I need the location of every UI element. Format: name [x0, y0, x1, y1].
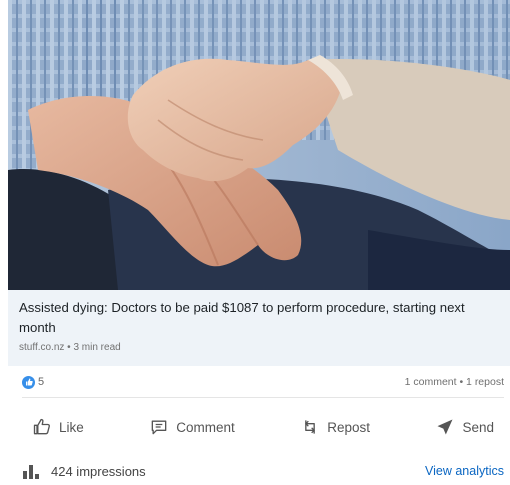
divider — [22, 397, 504, 398]
thumbs-up-icon — [33, 418, 50, 435]
post-actions-bar: Like Comment Repost Send — [22, 408, 504, 446]
bar-chart-icon — [23, 465, 39, 479]
view-analytics-link[interactable]: View analytics — [425, 464, 504, 478]
post-footer: 424 impressions View analytics — [22, 460, 504, 482]
impressions-count: 424 impressions — [51, 463, 146, 479]
impressions-summary: 424 impressions — [22, 463, 146, 479]
like-reaction-icon — [22, 375, 35, 389]
send-label: Send — [462, 419, 494, 435]
article-headline[interactable]: Assisted dying: Doctors to be paid $1087… — [19, 298, 500, 338]
send-icon — [437, 419, 453, 435]
comment-icon — [151, 420, 167, 435]
comments-reposts-count[interactable]: 1 comment • 1 repost — [405, 376, 504, 388]
reaction-count: 5 — [38, 376, 45, 388]
comment-button[interactable]: Comment — [139, 411, 245, 443]
repost-icon — [305, 420, 316, 434]
like-button[interactable]: Like — [22, 411, 94, 443]
article-image[interactable] — [8, 0, 510, 290]
article-source: stuff.co.nz • 3 min read — [19, 342, 121, 353]
send-button[interactable]: Send — [425, 411, 504, 443]
comment-label: Comment — [176, 419, 235, 435]
hands-photo — [8, 0, 510, 290]
article-link-card[interactable]: Assisted dying: Doctors to be paid $1087… — [8, 290, 510, 366]
like-label: Like — [59, 419, 84, 435]
repost-button[interactable]: Repost — [290, 411, 380, 443]
reactions-summary[interactable]: 5 — [22, 375, 45, 389]
social-counts-bar: 5 1 comment • 1 repost — [22, 371, 504, 393]
repost-label: Repost — [327, 419, 370, 435]
